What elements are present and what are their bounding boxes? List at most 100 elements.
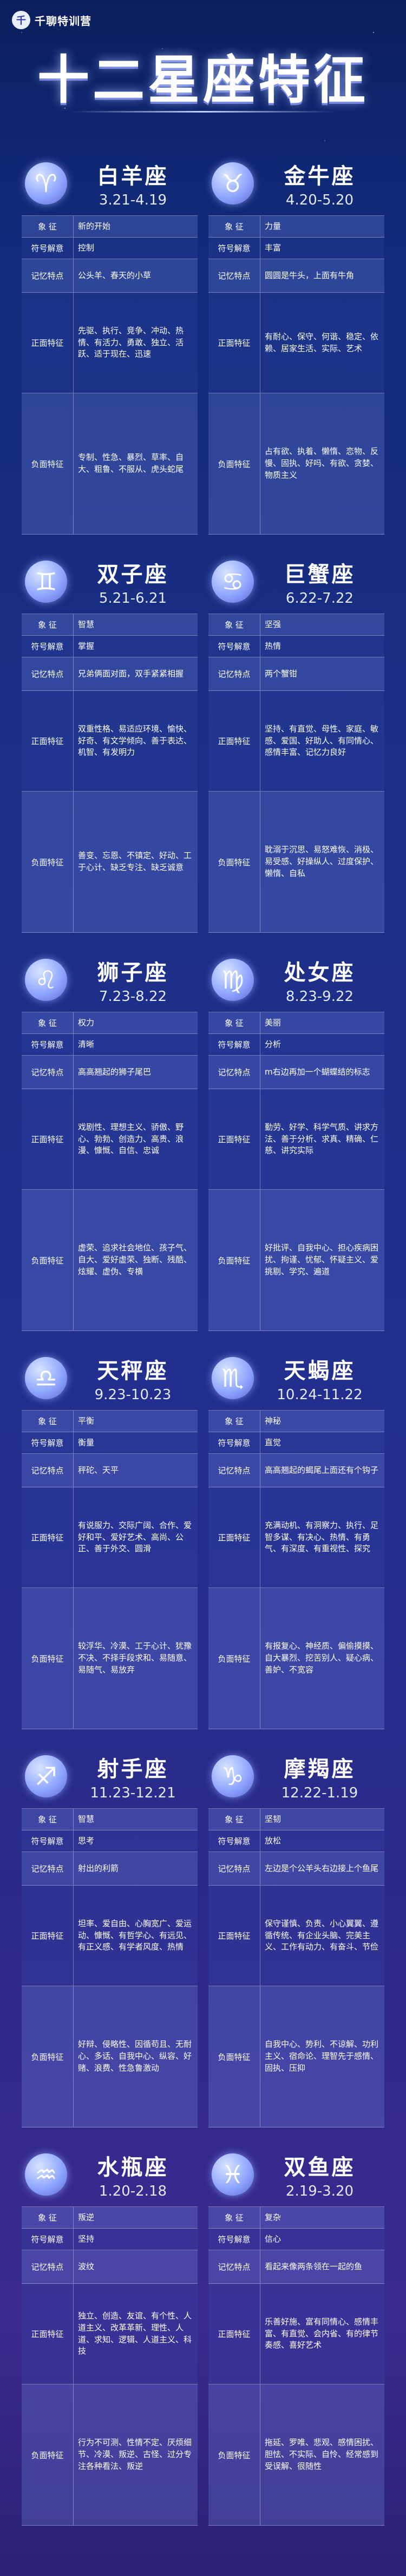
zodiac-name: 摩羯座 (284, 1757, 356, 1782)
table-row: 负面特征 行为不可测、性情不定、厌烦细节、冷漠、叛逆、古怪、过分专注各种看法、叛逆 (22, 2384, 198, 2526)
table-row: 象 征美丽 (208, 1012, 384, 1034)
row-value-symbol: 坚强 (265, 619, 281, 629)
brand: 千 千聊特训营 (12, 11, 91, 29)
row-label-mnemonic: 记忆特点 (22, 2250, 74, 2283)
zodiac-traits-table: 象 征神秘 符号解意 直觉 记忆特点 高高翘起的蝎尾上面还有个钩子 正面特征 充满动机、有洞… (208, 1410, 384, 1729)
zodiac-traits-table: 象 征平衡 符号解意 衡量 记忆特点 秤砣、天平 正面特征 有说服力、交际广阔、合作、爱好和… (22, 1410, 198, 1729)
zodiac-grid: ♈ 白羊座 3.21-4.19 象 征新的开始 符号解意 控制 记忆特点 公头羊、春天的小草正… (22, 151, 384, 2526)
capricorn-icon: ♑ (212, 1755, 254, 1797)
zodiac-card-header: ♎ 天秤座 9.23-10.23 (22, 1346, 198, 1410)
zodiac-traits-table: 象 征权力 符号解意 清晰 记忆特点 高高翘起的狮子尾巴 正面特征 戏剧性、理想主义、骄傲、… (22, 1012, 198, 1331)
zodiac-glyph: ♑ (221, 1762, 244, 1791)
row-value-symbol: 神秘 (265, 1415, 281, 1426)
zodiac-name: 巨蟹座 (284, 562, 356, 587)
row-label-positive: 正面特征 (208, 1487, 260, 1587)
row-value-negative: 耽溺于沉思、易怒难恢、消极、易受感、好操纵人、过度保护、懒惰、自私 (265, 845, 379, 878)
row-value-symbol-id: 信心 (265, 2234, 281, 2244)
zodiac-dates: 1.20-2.18 (99, 2183, 167, 2199)
zodiac-name: 处女座 (284, 960, 356, 985)
row-label-positive: 正面特征 (22, 1089, 74, 1189)
row-value-symbol: 力量 (265, 221, 281, 231)
row-value-mnemonic: 波纹 (78, 2261, 95, 2271)
row-label-mnemonic: 记忆特点 (22, 1056, 74, 1089)
row-label-mnemonic: 记忆特点 (208, 259, 260, 292)
zodiac-glyph: ♒ (35, 2160, 57, 2189)
row-value-symbol-id: 直觉 (265, 1437, 281, 1447)
zodiac-card-header: ♈ 白羊座 3.21-4.19 (22, 151, 198, 215)
table-row: 符号解意 热情 (208, 636, 384, 657)
zodiac-card: ♌ 狮子座 7.23-8.22 象 征权力 符号解意 清晰 记忆特点 高高翘起的狮子尾巴 正面特… (22, 948, 198, 1331)
zodiac-dates: 3.21-4.19 (99, 192, 167, 208)
zodiac-dates: 10.24-11.22 (277, 1387, 363, 1403)
table-row: 符号解意 坚持 (22, 2229, 198, 2250)
aquarius-icon: ♒ (25, 2153, 67, 2196)
row-label-negative: 负面特征 (22, 393, 74, 534)
table-row: 象 征神秘 (208, 1411, 384, 1432)
table-row: 正面特征 充满动机、有洞察力、执行、足智多谋、有决心、热情、有勇气、有深度、有重视… (208, 1487, 384, 1588)
row-label-symbol-id: 符号解意 (22, 1034, 74, 1055)
zodiac-card: ♉ 金牛座 4.20-5.20 象 征力量 符号解意 丰富 记忆特点 圆圆是牛头，上面有牛角正… (208, 151, 384, 535)
zodiac-card-header: ♋ 巨蟹座 6.22-7.22 (208, 550, 384, 614)
zodiac-title-block: 水瓶座 1.20-2.18 (74, 2150, 198, 2199)
row-value-symbol-id: 清晰 (78, 1039, 95, 1049)
table-row: 正面特征 双重性格、易适应环境、愉快、好奇、有文学倾向、善于表达、机智、有发明力 (22, 691, 198, 792)
row-label-symbol-id: 符号解意 (22, 2229, 74, 2250)
row-value-symbol-id: 坚持 (78, 2234, 95, 2244)
zodiac-card: ♈ 白羊座 3.21-4.19 象 征新的开始 符号解意 控制 记忆特点 公头羊、春天的小草正… (22, 151, 198, 535)
table-row: 负面特征 专制、性急、暴烈、草率、自大、粗鲁、不服从、虎头蛇尾 (22, 393, 198, 535)
zodiac-dates: 4.20-5.20 (285, 192, 354, 208)
table-row: 记忆特点 左边是个公羊头右边接上个鱼尾 (208, 1852, 384, 1886)
row-value-negative: 行为不可测、性情不定、厌烦细节、冷漠、叛逆、古怪、过分专注各种看法、叛逆 (78, 2437, 192, 2471)
row-value-negative: 占有欲、执着、懒惰、恋物、反慢、固执、好吗、有欲、贪婪、物质主义 (265, 446, 379, 480)
table-row: 负面特征 虚荣、追求社会地位、孩子气、自大、爱好虚荣、独断、残酷、炫耀、虚伪、专横 (22, 1190, 198, 1331)
zodiac-dates: 2.19-3.20 (285, 2183, 354, 2199)
row-value-symbol-id: 放松 (265, 1835, 281, 1846)
row-value-mnemonic: 高高翘起的狮子尾巴 (78, 1066, 152, 1077)
row-value-positive: 乐善好施、富有同情心、感情丰富、有直觉、会内省、有的律节奏感、喜好艺术 (265, 2316, 379, 2350)
zodiac-title-block: 射手座 11.23-12.21 (74, 1751, 198, 1801)
zodiac-traits-table: 象 征智慧 符号解意 掌握 记忆特点 兄弟俩面对面，双手紧紧相握 正面特征 双重性格、易适应… (22, 614, 198, 933)
table-row: 象 征坚强 (208, 614, 384, 636)
zodiac-glyph: ♉ (221, 169, 244, 198)
row-value-mnemonic: 公头羊、春天的小草 (78, 270, 152, 280)
gemini-icon: ♊ (25, 561, 67, 603)
row-value-symbol-id: 分析 (265, 1039, 281, 1049)
zodiac-glyph: ♐ (35, 1762, 57, 1791)
row-label-symbol-id: 符号解意 (208, 1830, 260, 1852)
row-label-positive: 正面特征 (208, 1886, 260, 1986)
table-row: 记忆特点 秤砣、天平 (22, 1454, 198, 1487)
table-row: 负面特征 占有欲、执着、懒惰、恋物、反慢、固执、好吗、有欲、贪婪、物质主义 (208, 393, 384, 535)
table-row: 符号解意 掌握 (22, 636, 198, 657)
row-label-symbol: 象 征 (208, 1411, 260, 1432)
leo-icon: ♌ (25, 959, 67, 1001)
zodiac-title-block: 摩羯座 12.22-1.19 (260, 1751, 384, 1801)
aries-icon: ♈ (25, 162, 67, 205)
table-row: 象 征新的开始 (22, 216, 198, 238)
row-value-symbol: 权力 (78, 1017, 95, 1027)
table-row: 负面特征 耽溺于沉思、易怒难恢、消极、易受感、好操纵人、过度保护、懒惰、自私 (208, 792, 384, 933)
row-label-symbol-id: 符号解意 (208, 238, 260, 259)
zodiac-name: 双鱼座 (284, 2155, 356, 2180)
row-value-mnemonic: m右边再加一个蝴蝶结的标志 (265, 1066, 370, 1077)
row-label-symbol: 象 征 (22, 2207, 74, 2228)
row-label-symbol: 象 征 (22, 216, 74, 237)
row-label-positive: 正面特征 (208, 691, 260, 791)
row-label-symbol-id: 符号解意 (208, 636, 260, 657)
row-label-positive: 正面特征 (22, 293, 74, 393)
row-label-symbol-id: 符号解意 (208, 1432, 260, 1453)
zodiac-card: ♋ 巨蟹座 6.22-7.22 象 征坚强 符号解意 热情 记忆特点 两个蟹钳 正面特征 坚持、有… (208, 550, 384, 933)
zodiac-name: 天蝎座 (284, 1359, 356, 1383)
table-row: 正面特征 保守谨慎、负责、小心翼翼、遵循传统、有企业头脑、完美主义、工作有动力、有… (208, 1886, 384, 1986)
zodiac-title-block: 巨蟹座 6.22-7.22 (260, 557, 384, 607)
row-value-symbol-id: 掌握 (78, 641, 95, 651)
row-label-symbol: 象 征 (208, 614, 260, 635)
zodiac-glyph: ♊ (35, 567, 57, 596)
row-label-mnemonic: 记忆特点 (208, 1056, 260, 1089)
row-label-negative: 负面特征 (22, 792, 74, 932)
zodiac-title-block: 天蝎座 10.24-11.22 (260, 1353, 384, 1403)
table-row: 符号解意 衡量 (22, 1432, 198, 1454)
zodiac-card: ♐ 射手座 11.23-12.21 象 征智慧 符号解意 思考 记忆特点 射出的利箭 正面特征坦… (22, 1744, 198, 2127)
row-label-mnemonic: 记忆特点 (208, 2250, 260, 2283)
table-row: 负面特征 较浮华、冷漠、工于心计、犹豫不决、不择手段求和、易随意、易随气、易放弃 (22, 1588, 198, 1729)
zodiac-card-header: ♊ 双子座 5.21-6.21 (22, 550, 198, 614)
